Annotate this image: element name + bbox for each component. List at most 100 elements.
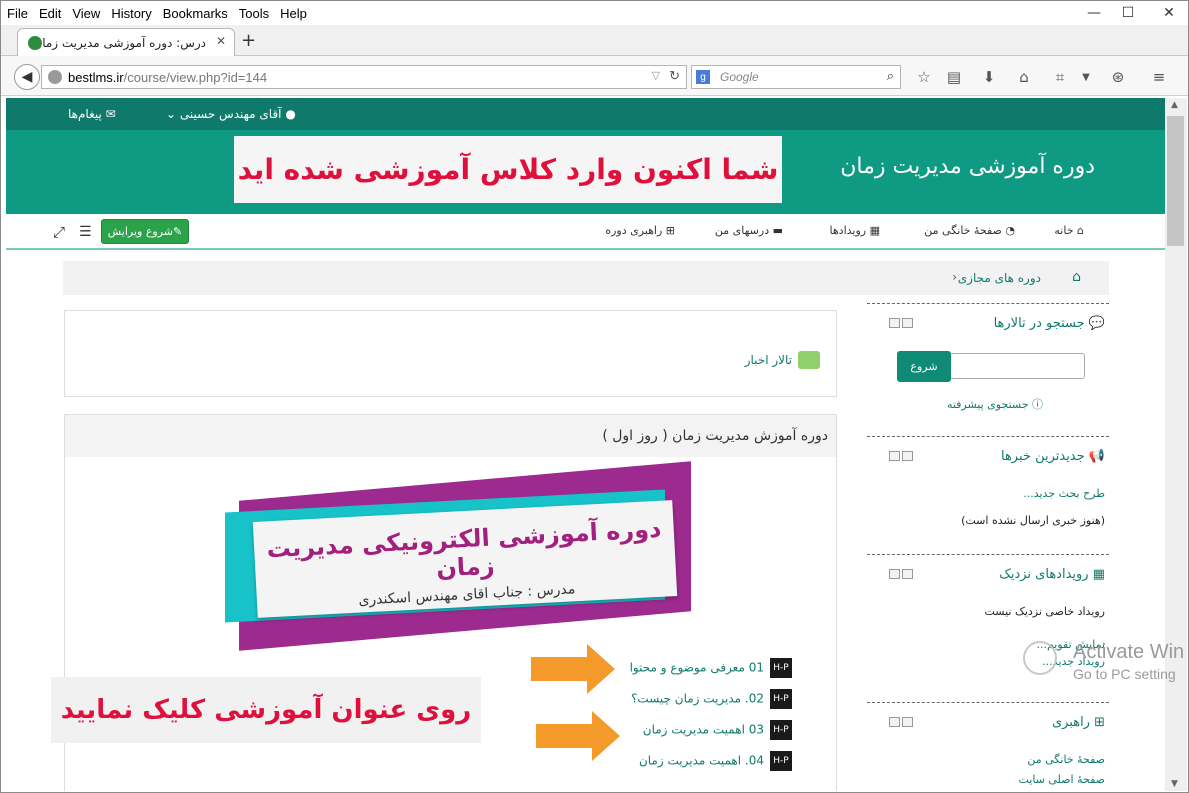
- block-controls[interactable]: [889, 569, 913, 579]
- download-icon[interactable]: ⬇: [979, 67, 999, 87]
- messages-link[interactable]: ✉ پیغام‌ها: [68, 107, 116, 121]
- nav-block-home-link[interactable]: صفحهٔ خانگی من: [1027, 753, 1105, 766]
- site-header: دوره آموزشی مدیریت زمان شما اکنون وارد ک…: [6, 130, 1165, 214]
- close-tab-icon[interactable]: ✕: [216, 34, 226, 48]
- forum-search-button[interactable]: شروع: [897, 351, 951, 382]
- calendar-icon: ▦: [866, 224, 880, 237]
- search-icon[interactable]: ⌕: [887, 68, 894, 84]
- welcome-banner: شما اکنون وارد کلاس آموزشی شده اید: [234, 136, 782, 203]
- nav-course-admin-label: راهبری دوره: [605, 224, 663, 237]
- help-icon: ⓘ: [1028, 398, 1043, 411]
- add-topic-link[interactable]: طرح بحث جدید...: [1023, 487, 1105, 500]
- url-path: /course/view.php?id=144: [123, 69, 268, 85]
- google-engine-icon[interactable]: g: [696, 70, 710, 84]
- nav-course-admin[interactable]: ⊞ راهبری دوره: [605, 224, 675, 237]
- news-empty-text: (هنوز خبری ارسال نشده است): [961, 514, 1105, 527]
- megaphone-icon: 📢: [1084, 449, 1105, 464]
- welcome-banner-text: شما اکنون وارد کلاس آموزشی شده اید: [237, 153, 779, 186]
- block-toggle-icon[interactable]: ☰: [79, 224, 92, 240]
- tab-course[interactable]: درس: دوره آموزشی مدیریت زمان ✕: [17, 28, 235, 56]
- nav-block-site-link[interactable]: صفحهٔ اصلی سایت: [1018, 773, 1105, 786]
- lesson-title: 02. مدیریت زمان چیست؟: [631, 691, 764, 706]
- forum-search-input[interactable]: [949, 353, 1085, 379]
- windows-activation-watermark: Activate Win Go to PC setting: [1023, 641, 1184, 682]
- lesson-title: 03 اهمیت مدیریت زمان: [642, 722, 764, 737]
- new-tab-button[interactable]: +: [241, 30, 256, 51]
- user-icon: ●: [281, 107, 296, 121]
- events-empty-text: رویداد خاصی نزدیک نیست: [984, 605, 1106, 618]
- reading-list-icon[interactable]: ▤: [944, 67, 964, 87]
- url-bar[interactable]: bestlms.ir/course/view.php?id=144 ▽ ↻: [41, 65, 687, 89]
- instruction-text: روی عنوان آموزشی کلیک نمایید: [60, 695, 472, 725]
- block-title-text: رویدادهای نزدیک: [999, 567, 1089, 582]
- nav-events[interactable]: ▦ رویدادها: [830, 224, 880, 237]
- forum-icon: [798, 351, 820, 369]
- menu-bar: File Edit View History Bookmarks Tools H…: [1, 1, 1188, 25]
- minimize-button[interactable]: —: [1079, 3, 1109, 23]
- block-latest-news: 📢 جدیدترین خبرها طرح بحث جدید... (هنوز خ…: [867, 436, 1109, 554]
- edit-icon: ✎: [173, 225, 183, 238]
- menu-edit[interactable]: Edit: [39, 6, 61, 21]
- lesson-link-04[interactable]: H-P 04. اهمیت مدیریت زمان: [639, 751, 792, 771]
- site-name[interactable]: دوره آموزشی مدیریت زمان: [840, 154, 1095, 179]
- nav-dashboard-label: صفحهٔ خانگی من: [924, 224, 1002, 237]
- instruction-callout: روی عنوان آموزشی کلیک نمایید: [51, 677, 481, 743]
- lesson-link-01[interactable]: H-P 01 معرفی موضوع و محتوا: [630, 658, 792, 678]
- home-icon: ⌂: [1073, 224, 1084, 237]
- url-history-dropdown-icon[interactable]: ▽: [652, 69, 660, 82]
- maximize-button[interactable]: ☐: [1113, 3, 1143, 23]
- reload-icon[interactable]: ↻: [669, 68, 680, 84]
- user-name: آقای مهندس حسینی: [179, 107, 282, 121]
- menu-file[interactable]: File: [7, 6, 28, 21]
- block-title-text: جدیدترین خبرها: [1000, 449, 1085, 464]
- lesson-link-03[interactable]: H-P 03 اهمیت مدیریت زمان: [643, 720, 792, 740]
- back-button[interactable]: ◀: [14, 64, 40, 90]
- scroll-thumb[interactable]: [1167, 116, 1184, 246]
- menu-help[interactable]: Help: [280, 6, 307, 21]
- nav-dashboard[interactable]: ◔ صفحهٔ خانگی من: [924, 224, 1015, 237]
- screenshot-crop-icon[interactable]: ⌗: [1050, 67, 1070, 87]
- user-strip: ✉ پیغام‌ها ● آقای مهندس حسینی ⌄: [6, 98, 1165, 130]
- breadcrumb-home-icon[interactable]: ⌂: [1072, 269, 1081, 285]
- hamburger-menu-icon[interactable]: ≡: [1149, 67, 1169, 87]
- breadcrumb: ⌂ دوره های مجازی ‹: [63, 261, 1109, 295]
- vertical-scrollbar[interactable]: ▲ ▼: [1165, 98, 1187, 791]
- back-arrow-icon: ◀: [21, 69, 33, 85]
- block-controls[interactable]: [889, 318, 913, 328]
- menu-tools[interactable]: Tools: [239, 6, 269, 21]
- bookmark-star-icon[interactable]: ☆: [914, 67, 934, 87]
- sitemap-icon: ⊞: [1089, 715, 1105, 730]
- nav-events-label: رویدادها: [829, 224, 867, 237]
- block-forum-search-title: 💬 جستجو در تالارها: [994, 316, 1105, 331]
- block-controls[interactable]: [889, 451, 913, 461]
- user-menu[interactable]: ● آقای مهندس حسینی ⌄: [166, 107, 296, 121]
- envelope-icon: ✉: [101, 107, 116, 121]
- nav-home[interactable]: ⌂ خانه: [1054, 224, 1084, 237]
- close-window-button[interactable]: ✕: [1151, 3, 1187, 23]
- block-navigation-title: ⊞ راهبری: [1052, 715, 1105, 730]
- calendar-icon: ▦: [1088, 567, 1105, 582]
- lesson-title: 04. اهمیت مدیریت زمان: [638, 753, 764, 768]
- menu-view[interactable]: View: [72, 6, 100, 21]
- nav-my-courses[interactable]: ▬ درسهای من: [715, 224, 783, 237]
- advanced-search-link[interactable]: ⓘ جستجوی پیشرفته: [947, 396, 1043, 412]
- extension-reel-icon[interactable]: ⊛: [1108, 67, 1128, 87]
- lesson-link-02[interactable]: H-P 02. مدیریت زمان چیست؟: [631, 689, 792, 709]
- fullscreen-expand-icon[interactable]: ⤢: [53, 223, 65, 241]
- dashboard-icon: ◔: [1001, 224, 1015, 237]
- dropdown-chevron-icon[interactable]: ▼: [1076, 67, 1096, 87]
- search-bar[interactable]: g Google ⌕: [691, 65, 901, 89]
- block-controls[interactable]: [889, 717, 913, 727]
- scroll-down-icon[interactable]: ▼: [1171, 779, 1178, 789]
- home-icon[interactable]: ⌂: [1014, 67, 1034, 87]
- menu-history[interactable]: History: [111, 6, 151, 21]
- block-events-title: ▦ رویدادهای نزدیک: [999, 567, 1105, 582]
- news-forum-link[interactable]: تالار اخبار: [745, 353, 792, 367]
- turn-editing-on-button[interactable]: ✎ شروع ویرایش: [101, 219, 189, 244]
- block-title-text: راهبری: [1051, 715, 1090, 730]
- tab-strip: درس: دوره آموزشی مدیریت زمان ✕ +: [1, 25, 1188, 56]
- globe-icon: [48, 70, 62, 84]
- breadcrumb-item[interactable]: دوره های مجازی: [958, 271, 1041, 285]
- scroll-up-icon[interactable]: ▲: [1171, 100, 1178, 110]
- menu-bookmarks[interactable]: Bookmarks: [163, 6, 228, 21]
